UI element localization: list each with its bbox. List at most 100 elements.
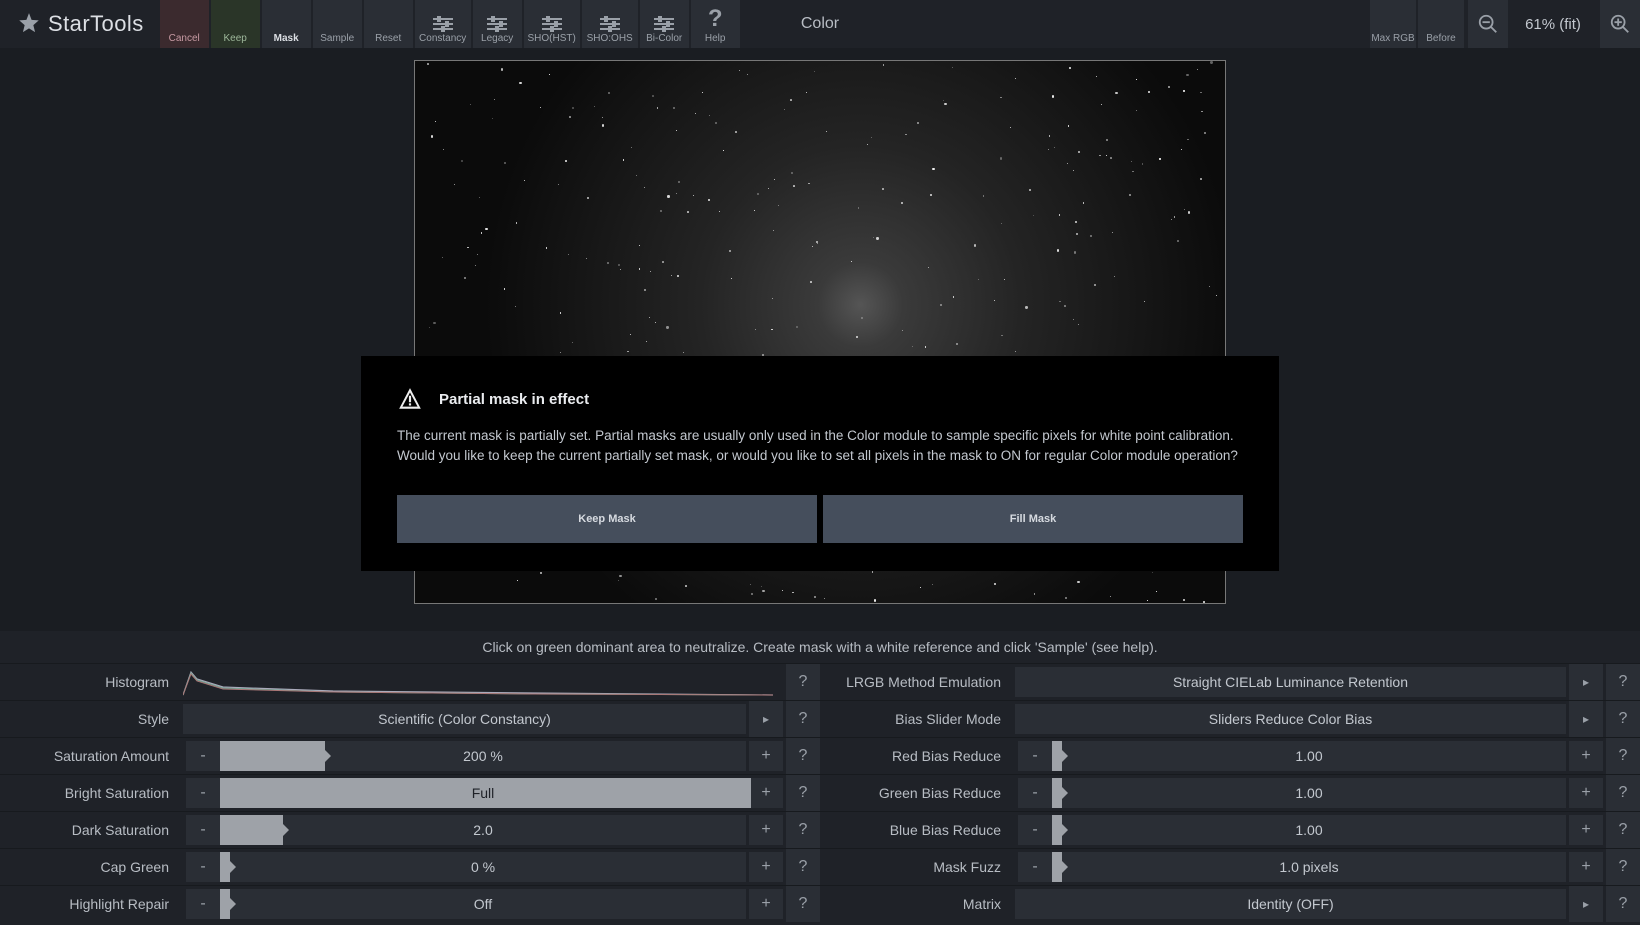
green-bias-slider[interactable]: 1.00 [1052, 778, 1566, 808]
dialog-body: The current mask is partially set. Parti… [397, 426, 1243, 465]
cancel-button[interactable]: Cancel [160, 0, 209, 48]
row-mask-fuzz: Mask Fuzz 1.0 pixels [820, 848, 1640, 885]
help-histogram[interactable] [786, 664, 820, 700]
hl-repair-slider[interactable]: Off [220, 889, 746, 919]
question-icon: ? [708, 7, 723, 31]
app-logo: StarTools [0, 0, 160, 48]
help-hl-repair[interactable] [786, 886, 820, 922]
mask-button[interactable]: Mask [262, 0, 311, 48]
constancy-button[interactable]: Constancy [415, 0, 471, 48]
sho-ohs-button[interactable]: SHO:OHS [582, 0, 638, 48]
dark-sat-dec[interactable] [186, 815, 220, 845]
sliders-icon [485, 17, 509, 31]
cap-green-inc[interactable] [749, 852, 783, 882]
fill-mask-button[interactable]: Fill Mask [823, 495, 1243, 543]
sat-amount-slider[interactable]: 200 % [220, 741, 746, 771]
sliders-icon [598, 17, 622, 31]
star-icon [16, 11, 42, 37]
row-saturation-amount: Saturation Amount 200 % [0, 737, 820, 774]
parameter-panel: Histogram Style Scientific (Color Consta… [0, 663, 1640, 925]
mask-fuzz-slider[interactable]: 1.0 pixels [1052, 852, 1566, 882]
sliders-icon [652, 17, 676, 31]
green-bias-dec[interactable] [1018, 778, 1052, 808]
hint-bar: Click on green dominant area to neutrali… [0, 631, 1640, 663]
histogram-display [183, 667, 783, 697]
params-right-column: LRGB Method Emulation Straight CIELab Lu… [820, 663, 1640, 925]
sat-amount-dec[interactable] [186, 741, 220, 771]
help-green-bias[interactable] [1606, 775, 1640, 811]
red-bias-inc[interactable] [1569, 741, 1603, 771]
help-sat-amount[interactable] [786, 738, 820, 774]
help-button[interactable]: ?Help [691, 0, 740, 48]
keep-mask-button[interactable]: Keep Mask [397, 495, 817, 543]
zoom-out-button[interactable] [1468, 0, 1508, 48]
help-bright-sat[interactable] [786, 775, 820, 811]
red-bias-slider[interactable]: 1.00 [1052, 741, 1566, 771]
sho-hst-button[interactable]: SHO(HST) [524, 0, 580, 48]
mask-fuzz-inc[interactable] [1569, 852, 1603, 882]
lrgb-dropdown[interactable]: Straight CIELab Luminance Retention [1015, 667, 1566, 697]
max-rgb-button[interactable]: Max RGB [1370, 0, 1416, 48]
style-dropdown[interactable]: Scientific (Color Constancy) [183, 704, 746, 734]
row-green-bias: Green Bias Reduce 1.00 [820, 774, 1640, 811]
label-histogram: Histogram [0, 664, 183, 700]
row-bias-mode: Bias Slider Mode Sliders Reduce Color Bi… [820, 700, 1640, 737]
partial-mask-dialog: Partial mask in effect The current mask … [361, 356, 1279, 571]
help-cap-green[interactable] [786, 849, 820, 885]
help-mask-fuzz[interactable] [1606, 849, 1640, 885]
mask-fuzz-dec[interactable] [1018, 852, 1052, 882]
help-bias-mode[interactable] [1606, 701, 1640, 737]
matrix-more[interactable] [1569, 886, 1603, 922]
bright-sat-inc[interactable] [749, 778, 783, 808]
zoom-in-icon [1609, 13, 1631, 35]
bias-mode-more[interactable] [1569, 701, 1603, 737]
zoom-in-button[interactable] [1600, 0, 1640, 48]
blue-bias-slider[interactable]: 1.00 [1052, 815, 1566, 845]
zoom-level: 61% (fit) [1508, 0, 1598, 48]
before-button[interactable]: Before [1418, 0, 1464, 48]
dark-sat-slider[interactable]: 2.0 [220, 815, 746, 845]
bi-color-button[interactable]: Bi-Color [640, 0, 689, 48]
toolbar-main: Cancel Keep Mask Sample Reset Constancy … [160, 0, 742, 48]
sample-button[interactable]: Sample [313, 0, 362, 48]
row-dark-saturation: Dark Saturation 2.0 [0, 811, 820, 848]
bias-mode-dropdown[interactable]: Sliders Reduce Color Bias [1015, 704, 1566, 734]
toolbar-right: Max RGB Before 61% (fit) [1370, 0, 1640, 48]
green-bias-inc[interactable] [1569, 778, 1603, 808]
row-red-bias: Red Bias Reduce 1.00 [820, 737, 1640, 774]
help-blue-bias[interactable] [1606, 812, 1640, 848]
help-red-bias[interactable] [1606, 738, 1640, 774]
row-highlight-repair: Highlight Repair Off [0, 885, 820, 922]
sliders-icon [540, 17, 564, 31]
sat-amount-inc[interactable] [749, 741, 783, 771]
zoom-out-icon [1477, 13, 1499, 35]
row-blue-bias: Blue Bias Reduce 1.00 [820, 811, 1640, 848]
dialog-title: Partial mask in effect [439, 391, 589, 408]
row-bright-saturation: Bright Saturation Full [0, 774, 820, 811]
help-lrgb[interactable] [1606, 664, 1640, 700]
help-matrix[interactable] [1606, 886, 1640, 922]
lrgb-more[interactable] [1569, 664, 1603, 700]
legacy-button[interactable]: Legacy [473, 0, 522, 48]
bright-sat-slider[interactable]: Full [220, 778, 746, 808]
hl-repair-inc[interactable] [749, 889, 783, 919]
style-more[interactable] [749, 701, 783, 737]
matrix-dropdown[interactable]: Identity (OFF) [1015, 889, 1566, 919]
reset-button[interactable]: Reset [364, 0, 413, 48]
blue-bias-dec[interactable] [1018, 815, 1052, 845]
row-style: Style Scientific (Color Constancy) [0, 700, 820, 737]
cap-green-dec[interactable] [186, 852, 220, 882]
app-name: StarTools [48, 11, 144, 37]
help-dark-sat[interactable] [786, 812, 820, 848]
row-lrgb: LRGB Method Emulation Straight CIELab Lu… [820, 663, 1640, 700]
cap-green-slider[interactable]: 0 % [220, 852, 746, 882]
top-bar: StarTools Cancel Keep Mask Sample Reset … [0, 0, 1640, 48]
help-style[interactable] [786, 701, 820, 737]
blue-bias-inc[interactable] [1569, 815, 1603, 845]
keep-button[interactable]: Keep [211, 0, 260, 48]
red-bias-dec[interactable] [1018, 741, 1052, 771]
bright-sat-dec[interactable] [186, 778, 220, 808]
hl-repair-dec[interactable] [186, 889, 220, 919]
row-cap-green: Cap Green 0 % [0, 848, 820, 885]
dark-sat-inc[interactable] [749, 815, 783, 845]
